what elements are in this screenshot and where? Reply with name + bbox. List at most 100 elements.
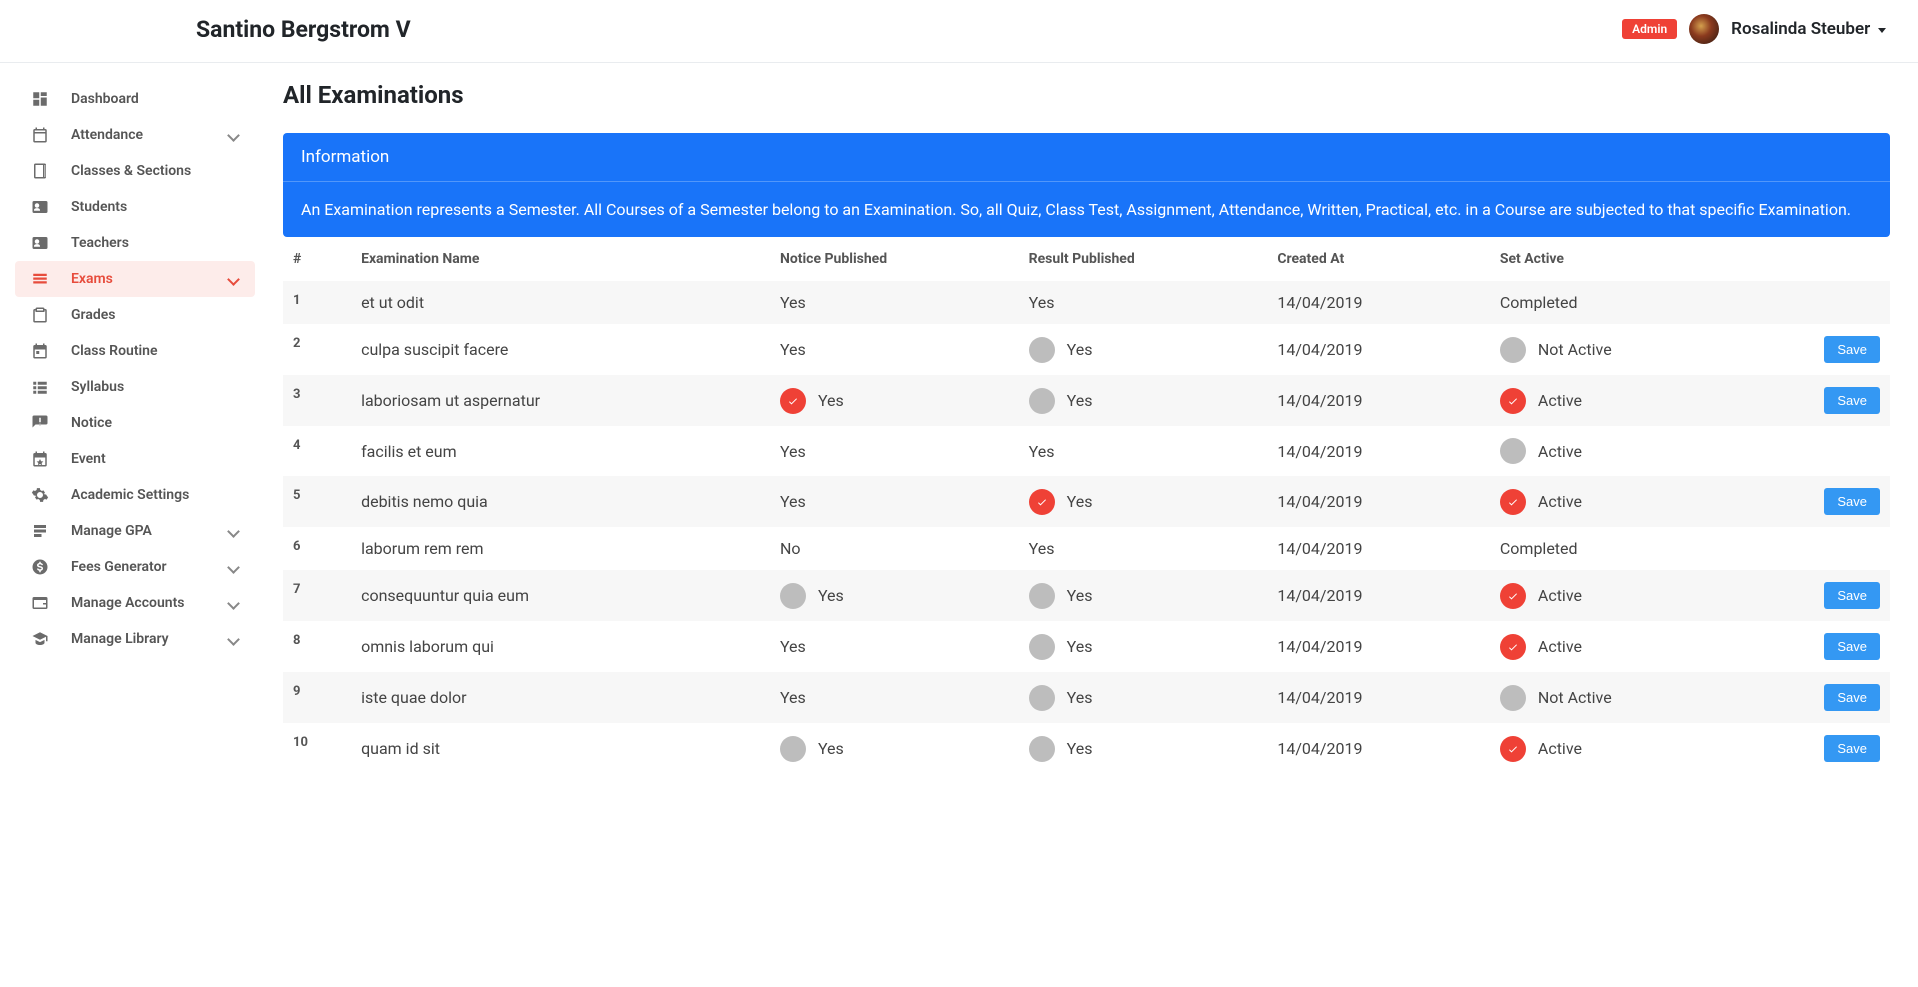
notice-published-cell: Yes — [770, 621, 1019, 672]
status-dot-red[interactable] — [1500, 388, 1526, 414]
set-active-cell: Completed — [1490, 281, 1791, 324]
result-published-cell: Yes — [1019, 281, 1268, 324]
set-active-cell: Active — [1490, 426, 1791, 476]
info-box-body: An Examination represents a Semester. Al… — [283, 182, 1890, 237]
save-button[interactable]: Save — [1824, 582, 1880, 609]
sidebar-item-class-routine[interactable]: Class Routine — [15, 333, 255, 369]
action-cell: Save — [1791, 672, 1890, 723]
created-at: 14/04/2019 — [1267, 672, 1490, 723]
row-index: 3 — [283, 375, 351, 426]
th-name: Examination Name — [351, 237, 770, 281]
table-row: 7consequuntur quia eumYesYes14/04/2019Ac… — [283, 570, 1890, 621]
status-dot-grey[interactable] — [1500, 438, 1526, 464]
created-at: 14/04/2019 — [1267, 375, 1490, 426]
notice-text: Yes — [818, 586, 844, 605]
sidebar-item-manage-accounts[interactable]: Manage Accounts — [15, 585, 255, 621]
set-active-cell: Not Active — [1490, 324, 1791, 375]
row-index: 9 — [283, 672, 351, 723]
sidebar-item-manage-library[interactable]: Manage Library — [15, 621, 255, 657]
exam-icon — [31, 270, 55, 288]
sidebar-item-label: Fees Generator — [71, 559, 167, 575]
status-dot-grey[interactable] — [1029, 388, 1055, 414]
sidebar-item-label: Grades — [71, 307, 115, 323]
sidebar-item-label: Classes & Sections — [71, 163, 191, 179]
row-index: 5 — [283, 476, 351, 527]
sidebar-item-label: Teachers — [71, 235, 129, 251]
row-index: 10 — [283, 723, 351, 774]
notice-published-cell: Yes — [770, 375, 1019, 426]
money-icon — [31, 558, 55, 576]
status-dot-red[interactable] — [1500, 489, 1526, 515]
status-dot-grey[interactable] — [1029, 634, 1055, 660]
exam-name: facilis et eum — [351, 426, 770, 476]
status-dot-grey[interactable] — [1500, 685, 1526, 711]
exam-name: debitis nemo quia — [351, 476, 770, 527]
status-dot-red[interactable] — [1500, 736, 1526, 762]
status-dot-red[interactable] — [1029, 489, 1055, 515]
status-dot-red[interactable] — [1500, 583, 1526, 609]
save-button[interactable]: Save — [1824, 633, 1880, 660]
sidebar-item-teachers[interactable]: Teachers — [15, 225, 255, 261]
row-index: 1 — [283, 281, 351, 324]
sidebar-item-label: Class Routine — [71, 343, 158, 359]
sidebar-item-attendance[interactable]: Attendance — [15, 117, 255, 153]
admin-badge: Admin — [1622, 19, 1677, 39]
calendar-icon — [31, 126, 55, 144]
sidebar-item-syllabus[interactable]: Syllabus — [15, 369, 255, 405]
save-button[interactable]: Save — [1824, 387, 1880, 414]
user-dropdown[interactable]: Rosalinda Steuber — [1731, 19, 1886, 39]
row-index: 6 — [283, 527, 351, 570]
set-active-cell: Active — [1490, 375, 1791, 426]
list-icon — [31, 378, 55, 396]
status-dot-grey[interactable] — [1500, 337, 1526, 363]
sidebar-item-students[interactable]: Students — [15, 189, 255, 225]
sidebar-item-grades[interactable]: Grades — [15, 297, 255, 333]
header: Santino Bergstrom V Admin Rosalinda Steu… — [0, 0, 1918, 63]
chevron-down-icon — [227, 561, 239, 573]
save-button[interactable]: Save — [1824, 684, 1880, 711]
info-box-title: Information — [283, 133, 1890, 182]
status-dot-grey[interactable] — [1029, 337, 1055, 363]
sidebar-item-label: Event — [71, 451, 106, 467]
status-dot-grey[interactable] — [1029, 736, 1055, 762]
sidebar-item-event[interactable]: Event — [15, 441, 255, 477]
th-active: Set Active — [1490, 237, 1791, 281]
active-text: Active — [1538, 391, 1582, 410]
sidebar-item-notice[interactable]: Notice — [15, 405, 255, 441]
save-button[interactable]: Save — [1824, 336, 1880, 363]
created-at: 14/04/2019 — [1267, 621, 1490, 672]
active-text: Active — [1538, 492, 1582, 511]
status-dot-red[interactable] — [780, 388, 806, 414]
book-icon — [31, 162, 55, 180]
status-dot-grey[interactable] — [1029, 685, 1055, 711]
sidebar-item-academic-settings[interactable]: Academic Settings — [15, 477, 255, 513]
result-published-cell: Yes — [1019, 527, 1268, 570]
result-text: Yes — [1029, 442, 1055, 461]
sidebar-item-classes-sections[interactable]: Classes & Sections — [15, 153, 255, 189]
set-active-cell: Active — [1490, 723, 1791, 774]
sidebar-item-label: Manage Library — [71, 631, 169, 647]
status-dot-grey[interactable] — [1029, 583, 1055, 609]
status-dot-grey[interactable] — [780, 736, 806, 762]
sidebar-item-fees-generator[interactable]: Fees Generator — [15, 549, 255, 585]
active-text: Not Active — [1538, 688, 1612, 707]
active-text: Not Active — [1538, 340, 1612, 359]
status-dot-red[interactable] — [1500, 634, 1526, 660]
save-button[interactable]: Save — [1824, 735, 1880, 762]
result-text: Yes — [1067, 340, 1093, 359]
exam-name: quam id sit — [351, 723, 770, 774]
row-index: 7 — [283, 570, 351, 621]
avatar[interactable] — [1689, 14, 1719, 44]
status-dot-grey[interactable] — [780, 583, 806, 609]
notice-published-cell: Yes — [770, 476, 1019, 527]
sidebar-item-manage-gpa[interactable]: Manage GPA — [15, 513, 255, 549]
sidebar-item-dashboard[interactable]: Dashboard — [15, 81, 255, 117]
accounts-icon — [31, 594, 55, 612]
action-cell: Save — [1791, 723, 1890, 774]
sidebar-item-label: Manage Accounts — [71, 595, 185, 611]
exam-name: culpa suscipit facere — [351, 324, 770, 375]
sidebar-item-exams[interactable]: Exams — [15, 261, 255, 297]
sidebar-item-label: Attendance — [71, 127, 143, 143]
save-button[interactable]: Save — [1824, 488, 1880, 515]
notice-published-cell: No — [770, 527, 1019, 570]
